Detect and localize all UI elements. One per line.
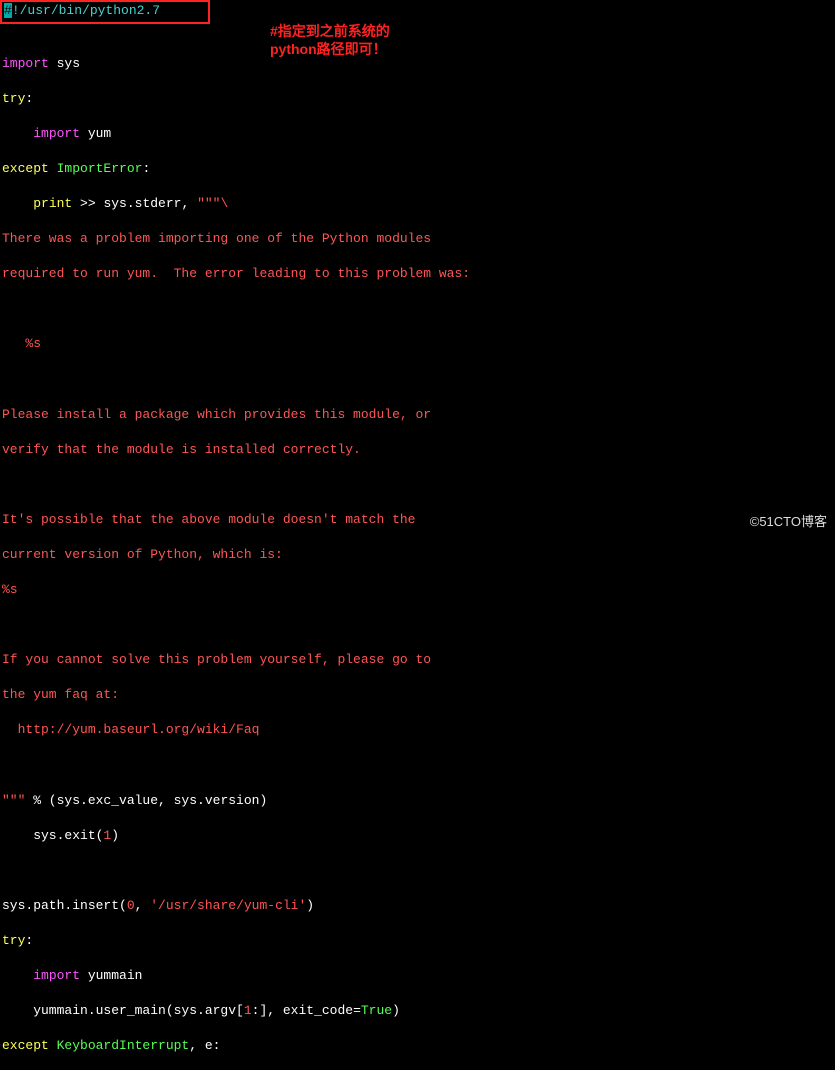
annotation-overlay: #指定到之前系统的 python路径即可！ [270,22,390,58]
heredoc-3: %s [2,335,833,353]
rparen: ) [392,1003,400,1018]
line-user-main: yummain.user_main(sys.argv[1:], exit_cod… [2,1002,833,1020]
colon: : [25,91,33,106]
line-triple-close: """ % (sys.exc_value, sys.version) [2,792,833,810]
indent [2,968,33,983]
blank [2,476,833,494]
blank [2,616,833,634]
kw-import: import [2,56,49,71]
mod-yummain: yummain [80,968,142,983]
mod-sys: sys [49,56,80,71]
kw-except: except [2,161,49,176]
colon: : [142,161,150,176]
heredoc-2: required to run yum. The error leading t… [2,265,833,283]
num-0: 0 [127,898,135,913]
heredoc-11: http://yum.baseurl.org/wiki/Faq [2,721,833,739]
annot-line-2: python路径即可！ [270,40,390,58]
cursor-hash: # [4,3,12,18]
str-share: '/usr/share/yum-cli' [150,898,306,913]
triple-quote-open: """\ [197,196,228,211]
colon: : [213,1038,221,1053]
line-import-yummain: import yummain [2,967,833,985]
kw-true: True [361,1003,392,1018]
blank [2,370,833,388]
line-import-sys: import sys [2,55,833,73]
sys-exit-call: sys.exit( [2,828,103,843]
line-except-importerror: except ImportError: [2,160,833,178]
heredoc-8: %s [2,581,833,599]
heredoc-6: It's possible that the above module does… [2,511,833,529]
line-except-kbi: except KeyboardInterrupt, e: [2,1037,833,1055]
line-try-2: try: [2,932,833,950]
pct-tuple: % (sys.exc_value, sys.version) [25,793,267,808]
indent [2,126,33,141]
line-print-stderr-1: print >> sys.stderr, """\ [2,195,833,213]
watermark-text: ©51CTO博客 [750,513,827,531]
exc-importerror: ImportError [49,161,143,176]
kw-except: except [2,1038,49,1053]
shebang-path: !/usr/bin/python2.7 [12,3,160,18]
line-path-insert: sys.path.insert(0, '/usr/share/yum-cli') [2,897,833,915]
annot-line-1: #指定到之前系统的 [270,22,390,40]
blank [2,300,833,318]
blank [2,862,833,880]
indent [2,196,33,211]
rparen: ) [306,898,314,913]
heredoc-4: Please install a package which provides … [2,406,833,424]
heredoc-5: verify that the module is installed corr… [2,441,833,459]
user-main-pre: yummain.user_main(sys.argv[ [2,1003,244,1018]
heredoc-1: There was a problem importing one of the… [2,230,833,248]
shebang-highlight-box: #!/usr/bin/python2.7 [0,0,210,24]
heredoc-10: the yum faq at: [2,686,833,704]
line-try: try: [2,90,833,108]
blank [2,757,833,775]
kw-import: import [33,968,80,983]
colon: : [25,933,33,948]
exc-kbi: KeyboardInterrupt [49,1038,189,1053]
triple-quote-close: """ [2,793,25,808]
rparen: ) [111,828,119,843]
editor-viewport[interactable]: #!/usr/bin/python2.7 import sys try: imp… [0,0,835,1070]
slice-rest: :], exit_code= [252,1003,361,1018]
kw-try: try [2,933,25,948]
mod-yum: yum [80,126,111,141]
kw-try: try [2,91,25,106]
comma: , [135,898,151,913]
print-args: >> sys.stderr, [72,196,197,211]
num-1: 1 [103,828,111,843]
heredoc-7: current version of Python, which is: [2,546,833,564]
heredoc-9: If you cannot solve this problem yoursel… [2,651,833,669]
kw-print: print [33,196,72,211]
kw-import: import [33,126,80,141]
line-sys-exit-1: sys.exit(1) [2,827,833,845]
slice-1: 1 [244,1003,252,1018]
line-import-yum: import yum [2,125,833,143]
path-insert-pre: sys.path.insert( [2,898,127,913]
comma-e: , e [189,1038,212,1053]
